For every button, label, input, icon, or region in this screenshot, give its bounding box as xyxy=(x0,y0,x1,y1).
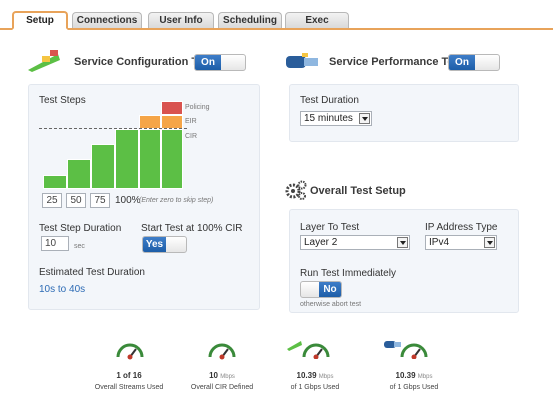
gauge-icon xyxy=(116,343,144,360)
service-config-title: Service Configuration Test xyxy=(74,56,214,68)
legend-policing: Policing xyxy=(185,104,210,111)
layer-select[interactable]: Layer 2 xyxy=(300,235,410,250)
chevron-down-icon xyxy=(359,113,370,124)
tab-bar: Setup Connections User Info Scheduling E… xyxy=(0,0,553,42)
gauge-performance-unit: Mbps xyxy=(417,374,433,380)
run-immediately-label: Run Test Immediately xyxy=(300,268,396,279)
chevron-down-icon xyxy=(397,237,408,248)
gauge-performance-value: 10.39 Mbps xyxy=(354,371,474,380)
service-config-toggle[interactable]: On xyxy=(194,54,246,71)
layer-label: Layer To Test xyxy=(300,222,360,233)
policing-bar xyxy=(161,101,183,115)
eir-bar-policing xyxy=(161,115,183,129)
gauge-cir-number: 10 xyxy=(209,371,218,380)
step-duration-input[interactable]: 10 xyxy=(41,236,69,251)
tab-scheduling[interactable]: Scheduling xyxy=(218,12,282,28)
ip-type-select[interactable]: IPv4 xyxy=(425,235,497,250)
toggle-on-label: On xyxy=(449,55,475,70)
service-performance-toggle[interactable]: On xyxy=(448,54,500,71)
gauge-performance-number: 10.39 xyxy=(395,371,416,380)
step-bar-50 xyxy=(67,159,91,189)
step-hint: (Enter zero to skip step) xyxy=(139,197,214,204)
tab-connections[interactable]: Connections xyxy=(72,12,142,28)
service-performance-title: Service Performance Test xyxy=(329,56,464,68)
chevron-down-icon xyxy=(484,237,495,248)
gears-icon xyxy=(285,180,307,200)
test-duration-label: Test Duration xyxy=(300,95,359,106)
setup-page: Service Configuration Test On Test Steps… xyxy=(0,30,553,395)
gauge-performance-icon xyxy=(384,341,428,359)
gauge-cir-unit: Mbps xyxy=(220,374,235,380)
legend-cir: CIR xyxy=(185,133,198,140)
service-performance-panel: Test Duration 15 minutes xyxy=(289,84,519,142)
step-duration-label: Test Step Duration xyxy=(39,223,122,234)
gauge-icon xyxy=(208,343,236,360)
overall-setup-title: Overall Test Setup xyxy=(310,185,406,197)
ip-type-label: IP Address Type xyxy=(425,222,498,233)
step-full-label: 100% xyxy=(115,195,141,206)
gauge-config-icon xyxy=(287,341,330,359)
legend-eir: EIR xyxy=(185,118,197,125)
service-performance-icon xyxy=(286,53,318,68)
estimated-duration-label: Estimated Test Duration xyxy=(39,267,145,278)
overall-setup-panel: Layer To Test Layer 2 IP Address Type IP… xyxy=(289,209,519,313)
step-bar-75 xyxy=(91,144,115,189)
step-bar-cir xyxy=(139,129,161,189)
test-steps-chart xyxy=(39,99,189,189)
run-immediately-note: otherwise abort test xyxy=(300,301,362,308)
tab-setup[interactable]: Setup xyxy=(12,11,68,30)
cir-line xyxy=(39,128,187,129)
test-duration-select[interactable]: 15 minutes xyxy=(300,111,372,126)
gauge-config-unit: Mbps xyxy=(318,374,334,380)
step-input-50[interactable]: 50 xyxy=(66,193,86,208)
step-duration-unit: sec xyxy=(74,243,85,250)
start-at-cir-label: Start Test at 100% CIR xyxy=(141,223,243,234)
start-at-cir-toggle[interactable]: Yes xyxy=(142,236,187,253)
step-input-25[interactable]: 25 xyxy=(42,193,62,208)
test-duration-value: 15 minutes xyxy=(304,113,353,124)
tab-exec-options[interactable]: Exec Options xyxy=(285,12,349,42)
run-immediately-toggle[interactable]: No xyxy=(300,281,342,298)
step-bar-policing xyxy=(161,129,183,189)
toggle-on-label: On xyxy=(195,55,221,70)
layer-value: Layer 2 xyxy=(304,237,338,248)
estimated-duration-value: 10s to 40s xyxy=(39,284,86,295)
eir-bar xyxy=(139,115,161,129)
service-config-icon xyxy=(28,50,60,72)
toggle-yes-label: Yes xyxy=(143,237,166,252)
toggle-no-label: No xyxy=(319,282,341,297)
step-input-75[interactable]: 75 xyxy=(90,193,110,208)
tab-user-info[interactable]: User Info xyxy=(148,12,214,28)
gauge-config-number: 10.39 xyxy=(296,371,317,380)
service-config-panel: Test Steps Policing EIR CIR 25 50 75 100… xyxy=(28,84,260,310)
step-bar-100 xyxy=(115,129,139,189)
step-bar-25 xyxy=(43,175,67,189)
gauge-performance-label: of 1 Gbps Used xyxy=(389,384,439,391)
ip-type-value: IPv4 xyxy=(429,237,450,248)
